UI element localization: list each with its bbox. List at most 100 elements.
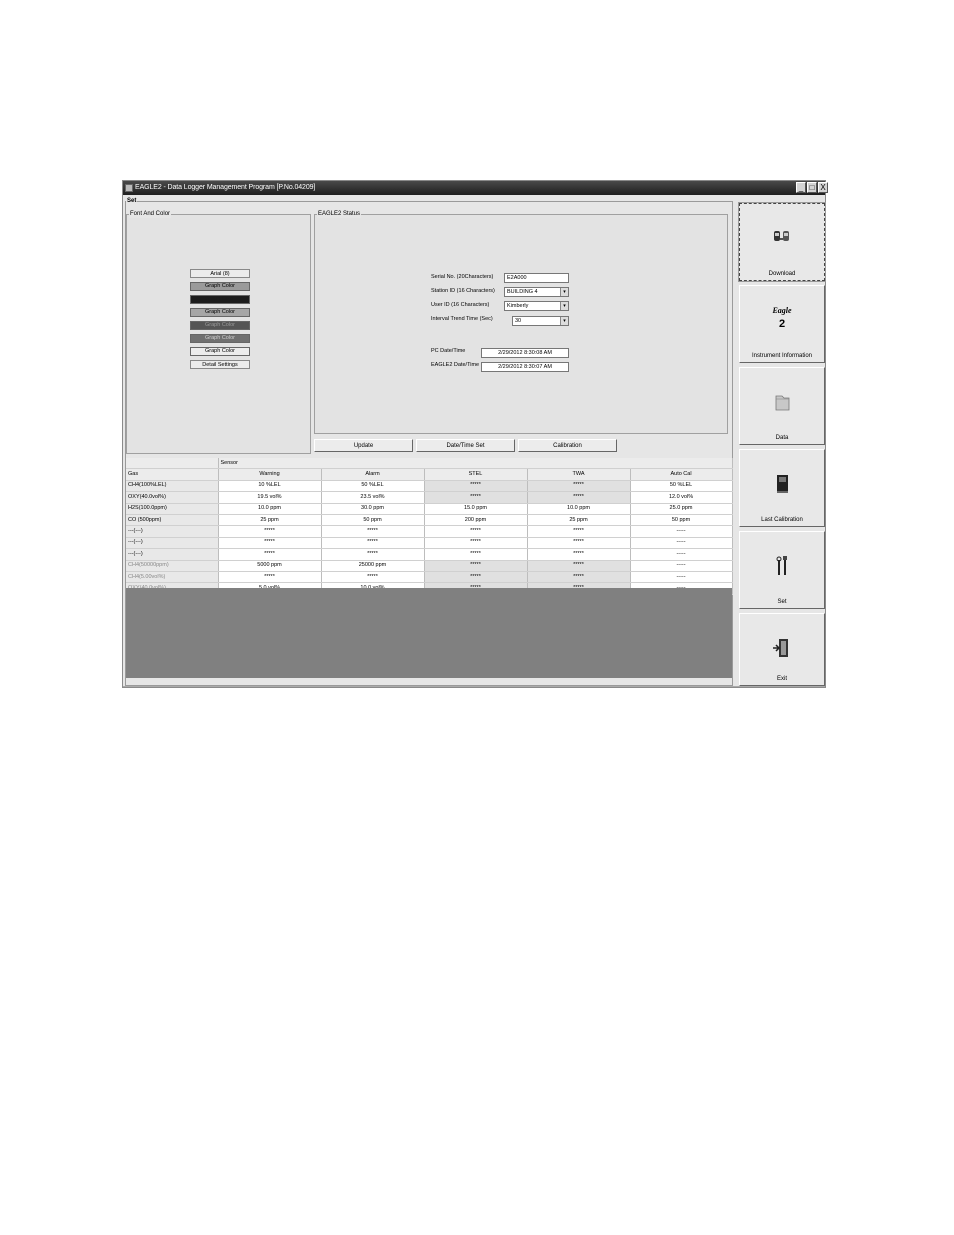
graph-color-swatch-6[interactable]: Graph Color xyxy=(190,347,250,356)
graph-color-swatch-5[interactable]: Graph Color xyxy=(190,334,250,343)
chevron-down-icon[interactable]: ▾ xyxy=(560,302,568,310)
table-cell[interactable]: ***** xyxy=(218,548,322,561)
sidebar-data-button[interactable]: Data xyxy=(739,367,825,445)
graph-color-swatch-4[interactable]: Graph Color xyxy=(190,321,250,330)
detail-settings-button[interactable]: Detail Settings xyxy=(190,360,250,369)
graph-color-swatch-2[interactable]: Graph Color xyxy=(190,295,250,304)
table-cell[interactable]: ***** xyxy=(321,525,425,538)
table-cell[interactable]: ----- xyxy=(630,548,733,561)
sidebar-exit-button[interactable]: Exit xyxy=(739,613,825,686)
table-cell[interactable]: 50 %LEL xyxy=(321,480,425,493)
col-twa: TWA xyxy=(527,468,631,481)
table-row: CH4(50000ppm) 5000 ppm 25000 ppm ***** *****… xyxy=(126,560,733,572)
calibration-button[interactable]: Calibration xyxy=(518,439,617,452)
table-cell[interactable]: 25000 ppm xyxy=(321,560,425,572)
table-cell[interactable]: ***** xyxy=(321,537,425,550)
chevron-down-icon[interactable]: ▾ xyxy=(560,288,568,296)
table-cell[interactable]: ***** xyxy=(527,548,631,561)
table-cell[interactable]: 25 ppm xyxy=(527,514,631,527)
sidebar-set-label: Set xyxy=(777,599,787,605)
sensor-table: Sensor Gas Warning Alarm STEL TWA Auto C… xyxy=(126,458,733,595)
table-cell[interactable]: ***** xyxy=(424,548,528,561)
col-gas: Gas xyxy=(126,468,219,481)
table-cell[interactable]: ***** xyxy=(218,537,322,550)
sidebar-set-button[interactable]: Set xyxy=(739,531,825,609)
user-label: User ID (16 Characters) xyxy=(431,302,490,308)
table-cell[interactable]: 50 ppm xyxy=(321,514,425,527)
sidebar-last-calibration-button[interactable]: Last Calibration xyxy=(739,449,825,527)
table-cell[interactable]: 200 ppm xyxy=(424,514,528,527)
table-cell[interactable]: 50 ppm xyxy=(630,514,733,527)
folder-icon xyxy=(775,395,790,411)
table-row: ---(---) ***** ***** ***** ***** ----- xyxy=(126,548,733,561)
table-cell[interactable]: 12.0 vol% xyxy=(630,491,733,504)
table-cell[interactable]: ----- xyxy=(630,525,733,538)
interval-select[interactable]: 30 ▾ xyxy=(512,316,569,326)
user-select[interactable]: Kimberly ▾ xyxy=(504,301,569,311)
table-cell[interactable]: ***** xyxy=(424,525,528,538)
sensor-header-blank xyxy=(126,458,219,470)
chevron-down-icon[interactable]: ▾ xyxy=(560,317,568,325)
eagle2-logo-number: 2 xyxy=(778,318,786,330)
table-cell[interactable]: ***** xyxy=(424,491,528,504)
table-cell[interactable]: ***** xyxy=(424,571,528,584)
maximize-button[interactable]: □ xyxy=(807,182,817,193)
table-cell[interactable]: ***** xyxy=(527,491,631,504)
sidebar-download-button[interactable]: Download xyxy=(738,202,826,282)
window-title: EAGLE2 - Data Logger Management Program … xyxy=(135,184,316,191)
table-cell[interactable]: 50 %LEL xyxy=(630,480,733,493)
close-button[interactable]: X xyxy=(818,182,828,193)
table-row: CH4(5.00vol%) ***** ***** ***** ***** ----- xyxy=(126,571,733,584)
table-cell[interactable]: 10.0 ppm xyxy=(527,503,631,515)
sidebar-instrument-info-button[interactable]: Eagle 2 Instrument Information xyxy=(739,285,825,363)
column-header-row: Gas Warning Alarm STEL TWA Auto Cal xyxy=(126,468,733,481)
table-cell[interactable]: 23.5 vol% xyxy=(321,491,425,504)
table-cell[interactable]: ***** xyxy=(424,480,528,493)
interval-value: 30 xyxy=(515,318,522,324)
table-cell[interactable]: ***** xyxy=(218,571,322,584)
table-cell[interactable]: ***** xyxy=(527,537,631,550)
app-icon xyxy=(125,184,133,192)
table-row: H2S(100.0ppm) 10.0 ppm 30.0 ppm 15.0 ppm 10.… xyxy=(126,503,733,515)
table-cell[interactable]: 25.0 ppm xyxy=(630,503,733,515)
table-cell[interactable]: ***** xyxy=(321,571,425,584)
table-cell[interactable]: ***** xyxy=(527,480,631,493)
table-cell[interactable]: ***** xyxy=(424,537,528,550)
eagle2-logo: Eagle xyxy=(772,306,792,315)
table-row: CO (500ppm) 25 ppm 50 ppm 200 ppm 25 ppm 50 p… xyxy=(126,514,733,527)
table-cell[interactable]: 30.0 ppm xyxy=(321,503,425,515)
table-cell[interactable]: 25 ppm xyxy=(218,514,322,527)
font-button[interactable]: Arial (8) xyxy=(190,269,250,278)
interval-label: Interval Trend Time (Sec) xyxy=(431,316,493,322)
col-stel: STEL xyxy=(424,468,528,481)
gas-name-cell: CH4(100%LEL) xyxy=(126,480,219,493)
table-cell[interactable]: ***** xyxy=(527,571,631,584)
graph-color-swatch-1[interactable]: Graph Color xyxy=(190,282,250,291)
sensor-header: Sensor xyxy=(218,458,733,470)
table-cell[interactable]: ***** xyxy=(218,525,322,538)
table-cell[interactable]: ----- xyxy=(630,571,733,584)
serial-input[interactable]: E2A000 xyxy=(504,273,569,283)
sidebar-data-label: Data xyxy=(775,435,789,441)
table-cell[interactable]: ***** xyxy=(527,560,631,572)
table-cell[interactable]: 10.0 ppm xyxy=(218,503,322,515)
table-cell[interactable]: 5000 ppm xyxy=(218,560,322,572)
pc-datetime-value: 2/29/2012 8:30:08 AM xyxy=(481,348,569,358)
sensor-header-row: Sensor xyxy=(126,458,733,470)
table-cell[interactable]: ***** xyxy=(321,548,425,561)
font-color-panel: Arial (8) Graph Color Graph Color Graph … xyxy=(126,214,311,454)
minimize-button[interactable]: _ xyxy=(796,182,806,193)
table-cell[interactable]: 10 %LEL xyxy=(218,480,322,493)
table-cell[interactable]: ----- xyxy=(630,560,733,572)
graph-color-swatch-3[interactable]: Graph Color xyxy=(190,308,250,317)
station-select[interactable]: BUILDING 4 ▾ xyxy=(504,287,569,297)
table-cell[interactable]: 15.0 ppm xyxy=(424,503,528,515)
datetime-set-button[interactable]: Date/Time Set xyxy=(416,439,515,452)
table-cell[interactable]: ----- xyxy=(630,537,733,550)
station-label: Station ID (16 Characters) xyxy=(431,288,495,294)
table-cell[interactable]: ***** xyxy=(527,525,631,538)
table-cell[interactable]: 19.5 vol% xyxy=(218,491,322,504)
exit-door-icon xyxy=(773,639,788,657)
update-button[interactable]: Update xyxy=(314,439,413,452)
table-cell[interactable]: ***** xyxy=(424,560,528,572)
